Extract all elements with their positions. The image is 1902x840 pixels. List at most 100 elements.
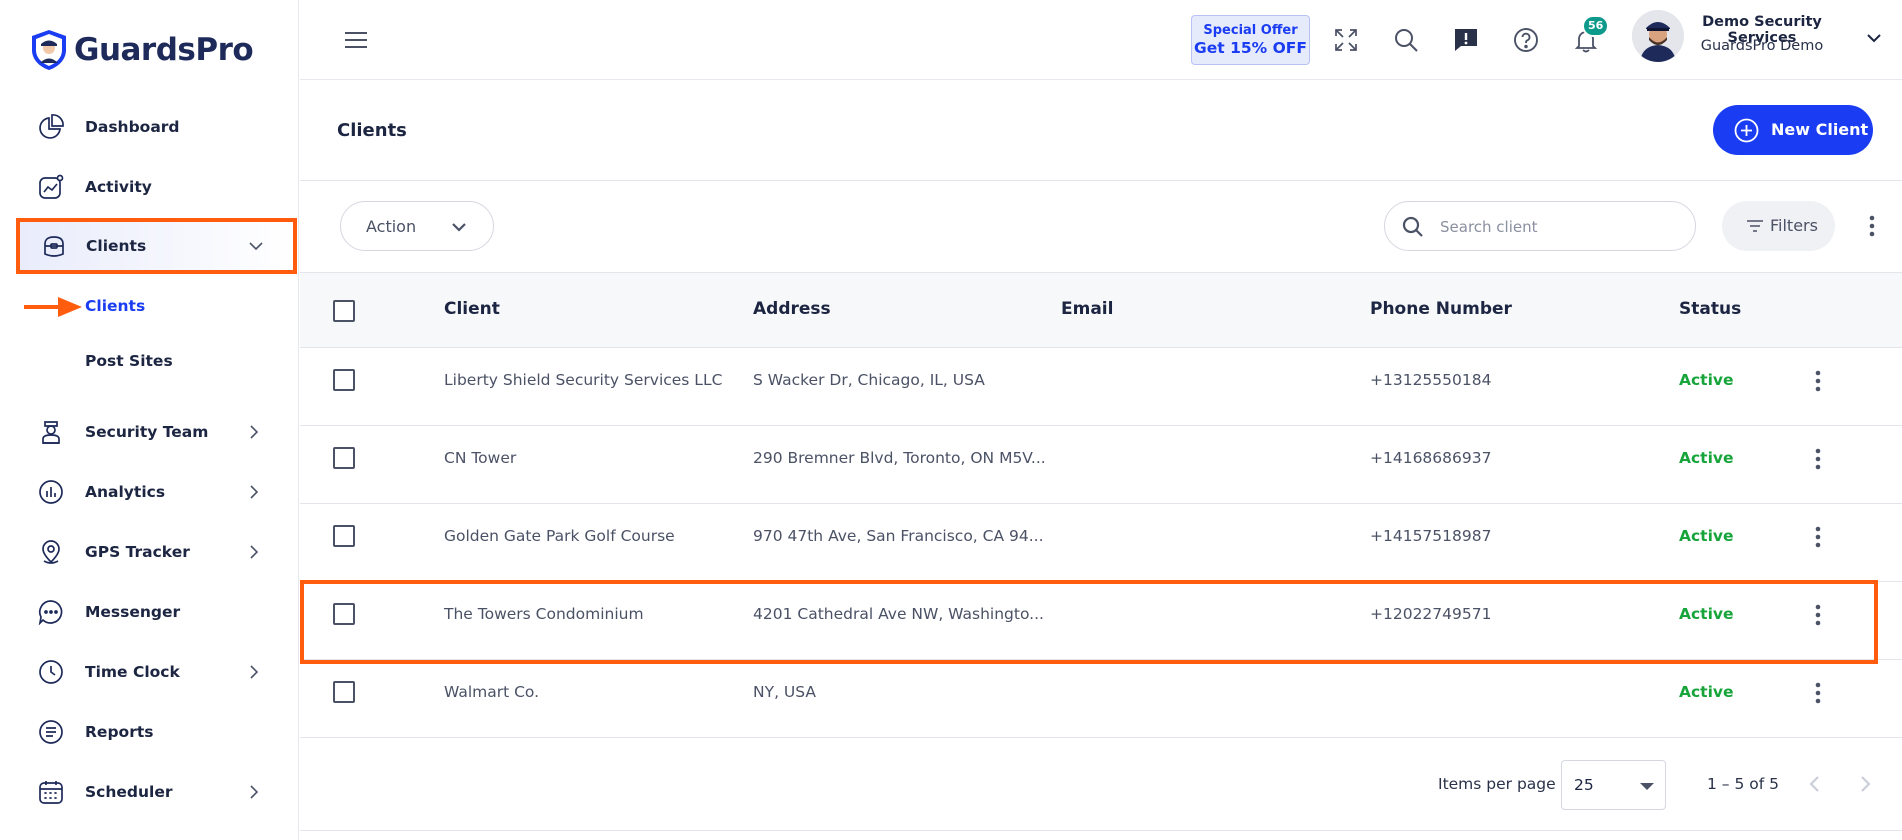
sidebar-item-reports[interactable]: Reports [0,712,299,752]
table-row[interactable]: Walmart Co. NY, USA Active [300,660,1902,738]
pagination-range: 1 – 5 of 5 [1707,775,1779,793]
new-client-button[interactable]: New Client [1713,105,1873,155]
notification-count-badge: 56 [1582,15,1610,37]
divider [300,830,1902,831]
sidebar-item-label: Time Clock [85,663,180,681]
pointer-arrow-icon [24,297,82,317]
table-row[interactable]: Golden Gate Park Golf Course 970 47th Av… [300,504,1902,582]
client-phone: +14157518987 [1370,527,1492,545]
next-page-icon[interactable] [1853,772,1877,796]
row-checkbox[interactable] [333,369,355,391]
column-header-phone[interactable]: Phone Number [1370,299,1512,319]
sidebar-item-label: Dashboard [85,118,180,136]
action-label: Action [366,217,417,236]
sidebar-item-gps-tracker[interactable]: GPS Tracker [0,532,299,572]
chat-bubble-icon [36,597,66,627]
report-document-icon [36,717,66,747]
more-options-icon[interactable] [1862,212,1882,240]
special-offer-button[interactable]: Special Offer Get 15% OFF [1191,15,1310,65]
items-per-page-label: Items per page [1438,775,1556,793]
offer-discount: Get 15% OFF [1194,39,1307,57]
status-badge: Active [1679,449,1734,467]
column-header-address[interactable]: Address [753,299,831,319]
select-all-checkbox[interactable] [333,300,355,322]
row-more-options-icon[interactable] [1808,367,1828,395]
chevron-down-icon [246,236,266,256]
row-more-options-icon[interactable] [1808,679,1828,707]
sidebar-item-analytics[interactable]: Analytics [0,472,299,512]
sidebar-item-time-clock[interactable]: Time Clock [0,652,299,692]
client-name[interactable]: Liberty Shield Security Services LLC [444,371,722,389]
sidebar-subitem-post-sites[interactable]: Post Sites [85,352,173,370]
client-name[interactable]: The Towers Condominium [444,605,644,623]
divider [300,180,1902,181]
app-logo[interactable]: GuardsPro [28,27,254,73]
filters-button[interactable]: Filters [1722,201,1835,251]
chevron-right-icon [244,662,264,682]
row-checkbox[interactable] [333,447,355,469]
calendar-icon [36,777,66,807]
location-pin-icon [36,537,66,567]
row-checkbox[interactable] [333,603,355,625]
guard-logo-icon [32,30,66,70]
client-address: 290 Bremner Blvd, Toronto, ON M5V... [753,449,1046,467]
sidebar-item-label: Clients [86,237,147,255]
row-more-options-icon[interactable] [1808,523,1828,551]
page-title: Clients [337,120,407,141]
sidebar-item-messenger[interactable]: Messenger [0,592,299,632]
previous-page-icon[interactable] [1803,772,1827,796]
sidebar-item-dashboard[interactable]: Dashboard [0,107,299,147]
column-header-email[interactable]: Email [1061,299,1113,319]
status-badge: Active [1679,683,1734,701]
sidebar-item-scheduler[interactable]: Scheduler [0,772,299,812]
filter-lines-icon [1747,220,1763,232]
pie-chart-icon [36,112,66,142]
sidebar-item-security-team[interactable]: Security Team [0,412,299,452]
offer-title: Special Offer [1203,23,1298,38]
table-row[interactable]: The Towers Condominium 4201 Cathedral Av… [300,582,1902,660]
table-row[interactable]: CN Tower 290 Bremner Blvd, Toronto, ON M… [300,426,1902,504]
client-address: NY, USA [753,683,816,701]
action-dropdown[interactable]: Action [340,201,494,251]
search-client-box [1384,201,1696,251]
analytics-icon [36,477,66,507]
feedback-icon[interactable] [1450,24,1482,56]
client-name[interactable]: CN Tower [444,449,516,467]
client-address: 970 47th Ave, San Francisco, CA 94... [753,527,1044,545]
items-per-page-select[interactable]: 25 [1561,760,1666,810]
client-name[interactable]: Golden Gate Park Golf Course [444,527,675,545]
fullscreen-icon[interactable] [1330,24,1362,56]
status-badge: Active [1679,371,1734,389]
row-more-options-icon[interactable] [1808,445,1828,473]
hamburger-menu-icon[interactable] [343,28,369,52]
column-header-status[interactable]: Status [1679,299,1741,319]
clock-icon [36,657,66,687]
client-name[interactable]: Walmart Co. [444,683,539,701]
client-phone: +13125550184 [1370,371,1492,389]
avatar[interactable] [1632,10,1684,62]
client-phone: +12022749571 [1370,605,1492,623]
dropdown-arrow-icon [1640,783,1654,790]
chevron-down-icon [452,223,466,232]
row-checkbox[interactable] [333,525,355,547]
briefcase-icon [39,231,69,261]
client-phone: +14168686937 [1370,449,1492,467]
chevron-right-icon [244,542,264,562]
sidebar-item-label: Analytics [85,483,166,501]
search-icon [1402,216,1423,237]
sidebar-item-label: Messenger [85,603,181,621]
sidebar-item-clients[interactable]: Clients [16,218,297,274]
chevron-right-icon [244,782,264,802]
search-icon[interactable] [1390,24,1422,56]
chevron-down-icon[interactable] [1864,28,1884,48]
help-icon[interactable] [1510,24,1542,56]
sidebar-subitem-clients[interactable]: Clients [85,297,145,315]
column-header-client[interactable]: Client [444,299,500,319]
row-checkbox[interactable] [333,681,355,703]
sidebar-item-label: Reports [85,723,154,741]
sidebar-item-activity[interactable]: Activity [0,167,299,207]
table-row[interactable]: Liberty Shield Security Services LLC S W… [300,348,1902,426]
search-client-input[interactable] [1440,214,1680,240]
row-more-options-icon[interactable] [1808,601,1828,629]
plus-circle-icon [1734,118,1759,143]
